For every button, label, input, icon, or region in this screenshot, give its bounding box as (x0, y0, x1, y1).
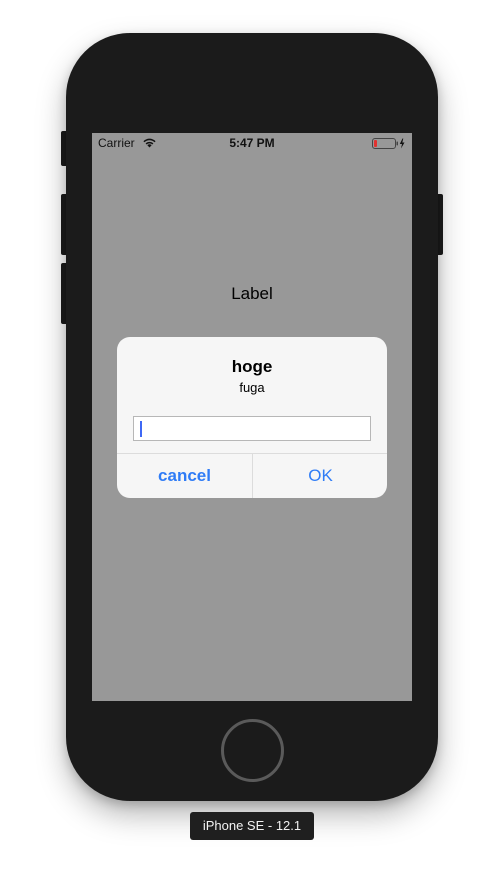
cancel-button[interactable]: cancel (117, 454, 252, 498)
status-bar: Carrier 5:47 PM (92, 133, 412, 153)
alert-title: hoge (231, 357, 273, 376)
device-screen: Carrier 5:47 PM Label hoge fuga cancel O… (92, 133, 412, 701)
alert-text-field[interactable] (133, 416, 371, 441)
home-button[interactable] (221, 719, 284, 782)
status-time: 5:47 PM (229, 136, 275, 150)
text-cursor (140, 421, 142, 437)
main-label: Label (231, 284, 273, 303)
ok-button[interactable]: OK (253, 454, 387, 498)
alert-dialog: hoge fuga cancel OK (117, 337, 387, 498)
device-name-label: iPhone SE - 12.1 (190, 812, 314, 840)
battery-icon (372, 138, 405, 149)
alert-message: fuga (239, 380, 265, 395)
simulator-window: Carrier 5:47 PM Label hoge fuga cancel O… (0, 0, 504, 882)
